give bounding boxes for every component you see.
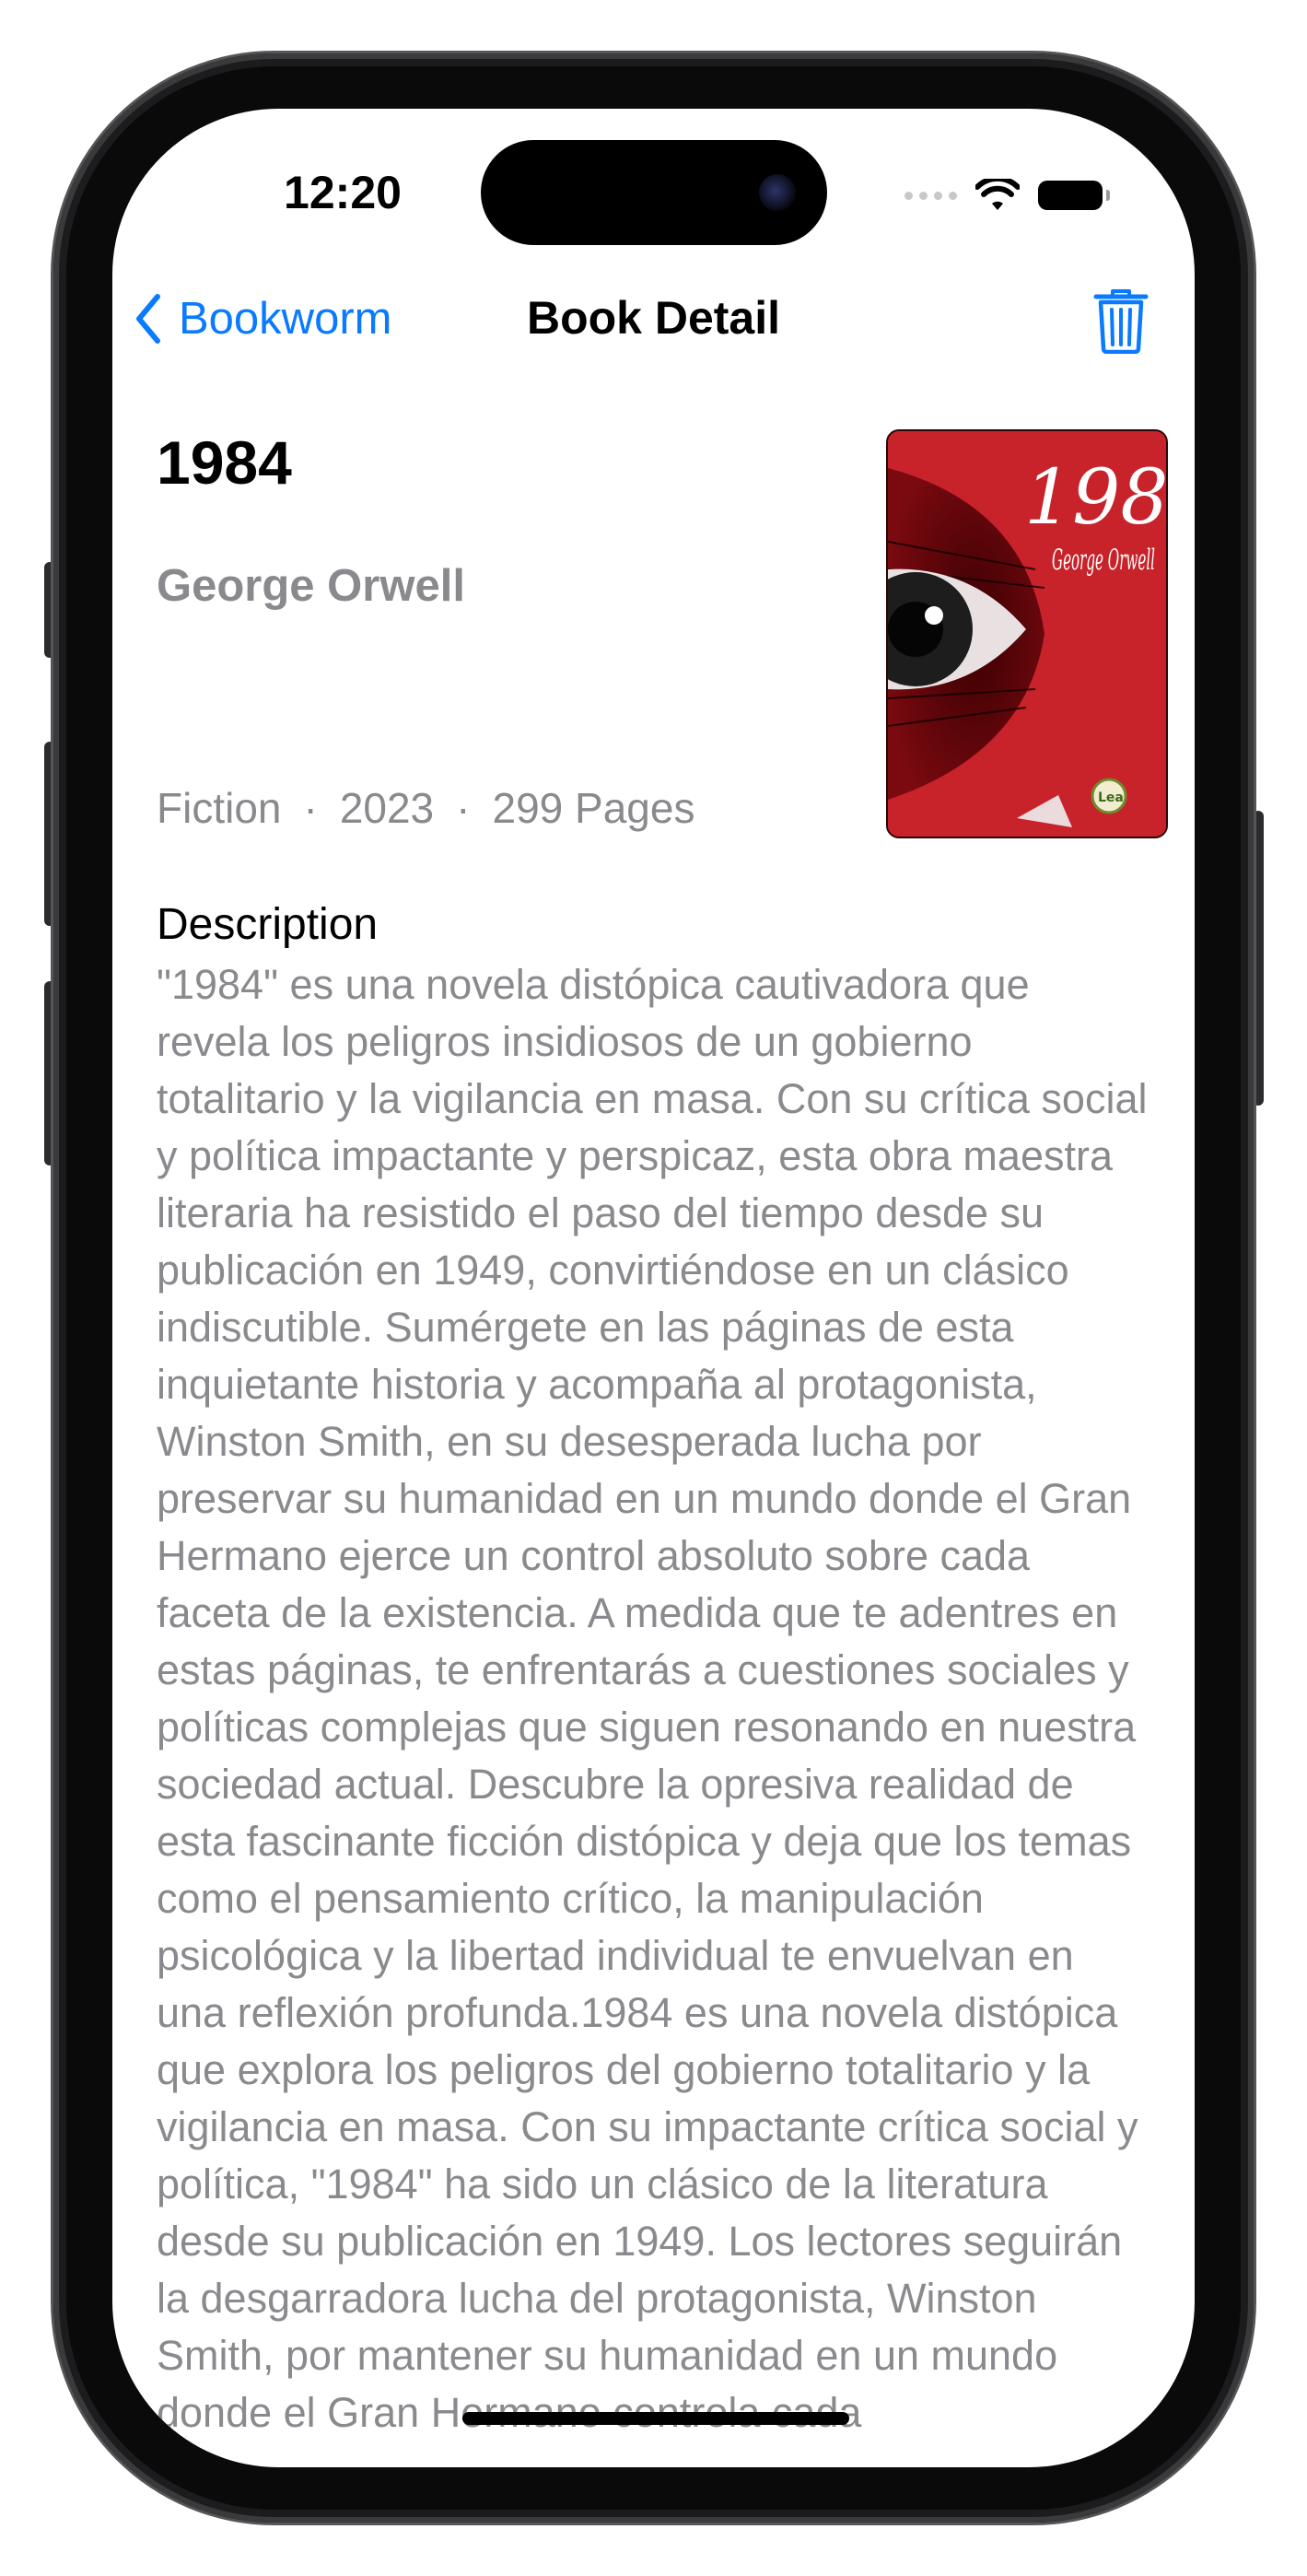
nav-title: Book Detail [526,292,781,344]
power-button [1253,811,1264,1106]
wifi-icon [975,179,1020,210]
battery-icon [1038,181,1110,210]
description-heading: Description [157,900,379,949]
book-year: 2023 [339,784,435,832]
book-title: 1984 [157,428,292,497]
description-text: "1984" es una novela distópica cautivado… [157,961,1148,2436]
trash-icon [1093,289,1149,355]
cover-publisher-logo: Lea [1098,790,1124,805]
front-camera [759,174,796,211]
meta-separator: · [456,784,471,832]
book-meta: Fiction · 2023 · 299 Pages [157,783,694,833]
book-pages: 299 Pages [492,784,695,832]
book-author: George Orwell [157,561,465,611]
cover-artwork: 1984 George Orwell Lea [888,431,1166,837]
cellular-signal-icon [904,191,957,200]
book-cover-image: 1984 George Orwell Lea [886,429,1168,838]
status-time: 12:20 [284,167,402,218]
status-icons [904,179,1110,212]
meta-separator: · [303,784,318,832]
delete-button[interactable] [1093,287,1149,358]
cover-title: 1984 [1024,454,1166,542]
screen: 12:20 Bookworm Book Detail 1984 George O… [112,109,1195,2467]
cover-author: George Orwell [1052,544,1155,577]
home-indicator[interactable] [462,2412,849,2425]
book-genre: Fiction [157,784,282,832]
dynamic-island [481,140,827,245]
